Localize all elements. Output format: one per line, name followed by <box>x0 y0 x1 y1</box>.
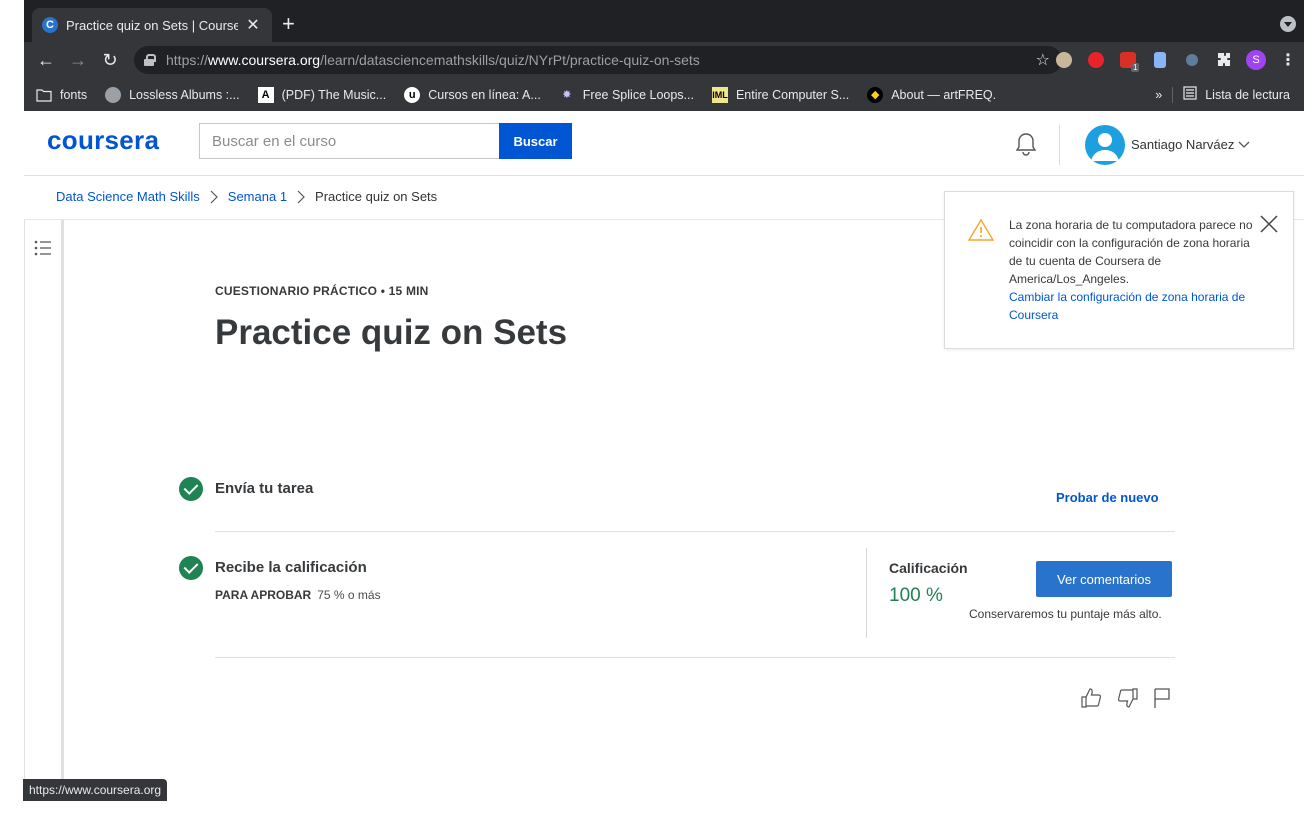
bookmark-item[interactable]: ◆ About — artFREQ. <box>867 86 997 103</box>
splice-icon: ✸ <box>562 89 572 101</box>
check-circle-icon <box>179 556 203 580</box>
profile-avatar[interactable]: S <box>1240 42 1272 78</box>
extension-stop-icon[interactable] <box>1080 42 1112 78</box>
close-icon[interactable] <box>1259 214 1279 234</box>
chevron-right-icon <box>295 190 307 204</box>
bookmark-label: (PDF) The Music... <box>281 87 387 102</box>
pass-value: 75 % o más <box>317 588 381 602</box>
highest-score-note: Conservaremos tu puntaje más alto. <box>969 607 1162 621</box>
search-input[interactable] <box>212 132 492 150</box>
pass-label: PARA APROBAR <box>215 588 312 602</box>
disc-icon <box>105 86 122 103</box>
view-feedback-button[interactable]: Ver comentarios <box>1036 561 1172 597</box>
warning-icon <box>967 218 995 242</box>
section-divider <box>215 531 1175 532</box>
bookmark-item[interactable]: ✸ Free Splice Loops... <box>559 87 694 103</box>
breadcrumb: Data Science Math Skills Semana 1 Practi… <box>56 189 437 204</box>
browser-menu-icon[interactable]: ⋮ <box>1272 42 1304 78</box>
tab-active[interactable]: C Practice quiz on Sets | Courser ✕ <box>32 8 272 42</box>
tab-close-icon[interactable]: ✕ <box>244 15 262 35</box>
quiz-eyebrow: CUESTIONARIO PRÁCTICO • 15 MIN <box>215 284 429 298</box>
bookmarks-divider <box>1172 86 1174 103</box>
search-button[interactable]: Buscar <box>499 123 572 159</box>
chevron-right-icon <box>208 190 220 204</box>
retry-link[interactable]: Probar de nuevo <box>1056 490 1159 505</box>
coursera-logo[interactable]: coursera <box>47 125 159 156</box>
search-field[interactable] <box>199 123 499 159</box>
browser-toolbar: ← → ↻ https://www.coursera.org/learn/dat… <box>24 42 1304 78</box>
status-url-bubble: https://www.coursera.org <box>23 779 168 801</box>
user-name[interactable]: Santiago Narváez <box>1131 137 1234 152</box>
bookmarks-bar: fonts Lossless Albums :... A (PDF) The M… <box>24 78 1304 111</box>
bookmark-item[interactable]: u Cursos en línea: A... <box>404 86 541 103</box>
reading-list-icon[interactable] <box>1183 86 1197 103</box>
timezone-notice: La zona horaria de tu computadora parece… <box>944 191 1294 349</box>
site-header: coursera Buscar Santiago Narváez <box>24 111 1304 176</box>
extension-badge: 1 <box>1131 63 1140 72</box>
thumbs-down-icon[interactable] <box>1117 687 1139 709</box>
section-divider <box>215 657 1175 658</box>
extension-search-icon[interactable] <box>1176 42 1208 78</box>
bookmark-item[interactable]: fonts <box>36 87 87 103</box>
udemy-icon: u <box>404 86 421 103</box>
reading-list-label[interactable]: Lista de lectura <box>1205 88 1290 102</box>
flag-icon[interactable] <box>1152 687 1174 709</box>
iml-icon: IML <box>711 86 728 103</box>
user-avatar[interactable] <box>1085 125 1125 165</box>
browser-chrome: C Practice quiz on Sets | Courser ✕ + ← … <box>24 0 1304 111</box>
bookmarks-right: » Lista de lectura <box>1155 78 1290 111</box>
bookmark-label: About — artFREQ. <box>891 87 997 102</box>
extensions-row: 1 S ⋮ <box>1048 42 1304 78</box>
extensions-puzzle-icon[interactable] <box>1208 42 1240 78</box>
grade-value: 100 % <box>889 585 943 606</box>
breadcrumb-week-link[interactable]: Semana 1 <box>228 189 287 204</box>
back-icon[interactable]: ← <box>30 44 62 76</box>
bookmarks-overflow-icon[interactable]: » <box>1155 88 1162 102</box>
new-tab-icon[interactable]: + <box>282 12 295 36</box>
bookmark-label: fonts <box>60 87 88 102</box>
left-margin <box>0 0 24 828</box>
bookmark-label: Entire Computer S... <box>735 87 850 102</box>
bookmark-label: Lossless Albums :... <box>129 87 240 102</box>
coursera-favicon-icon: C <box>42 17 58 33</box>
forward-icon[interactable]: → <box>62 44 94 76</box>
grade-label: Calificación <box>889 560 968 576</box>
grade-divider <box>866 548 867 638</box>
tab-title: Practice quiz on Sets | Courser <box>66 17 238 33</box>
change-timezone-link[interactable]: Cambiar la configuración de zona horaria… <box>1009 288 1259 324</box>
header-divider <box>1059 125 1060 165</box>
step-grade-label: Recibe la calificación <box>215 559 367 576</box>
breadcrumb-course-link[interactable]: Data Science Math Skills <box>56 189 200 204</box>
address-bar[interactable]: https://www.coursera.org/learn/datascien… <box>134 46 1062 74</box>
outline-list-icon[interactable] <box>33 238 53 258</box>
bookmark-item[interactable]: Lossless Albums :... <box>105 86 240 103</box>
notice-message: La zona horaria de tu computadora parece… <box>1009 216 1259 324</box>
folder-icon <box>36 87 52 103</box>
step-submit-label: Envía tu tarea <box>215 480 314 497</box>
url-text: https://www.coursera.org/learn/datascien… <box>166 52 700 68</box>
course-outline-rail <box>24 220 64 780</box>
breadcrumb-current: Practice quiz on Sets <box>315 189 438 204</box>
bookmark-label: Cursos en línea: A... <box>428 87 541 102</box>
extension-calendar-icon[interactable]: 1 <box>1112 42 1144 78</box>
pass-requirement: PARA APROBAR 75 % o más <box>215 588 381 602</box>
artfreq-icon: ◆ <box>867 86 884 103</box>
tab-search-icon[interactable] <box>1280 16 1296 32</box>
bookmark-label: Free Splice Loops... <box>582 87 694 102</box>
extension-hat-icon[interactable] <box>1048 42 1080 78</box>
thumbs-up-icon[interactable] <box>1080 687 1102 709</box>
extension-doc-icon[interactable] <box>1144 42 1176 78</box>
lock-icon <box>144 54 156 66</box>
reload-icon[interactable]: ↻ <box>94 44 126 76</box>
bookmark-item[interactable]: A (PDF) The Music... <box>257 86 387 103</box>
academia-icon: A <box>257 86 274 103</box>
notifications-bell-icon[interactable] <box>1014 131 1038 157</box>
bookmark-item[interactable]: IML Entire Computer S... <box>711 86 850 103</box>
tab-strip: C Practice quiz on Sets | Courser ✕ + <box>24 0 1304 42</box>
page-title: Practice quiz on Sets <box>215 313 568 352</box>
chevron-down-icon[interactable] <box>1238 137 1250 149</box>
check-circle-icon <box>179 477 203 501</box>
notice-text: La zona horaria de tu computadora parece… <box>1009 218 1253 286</box>
